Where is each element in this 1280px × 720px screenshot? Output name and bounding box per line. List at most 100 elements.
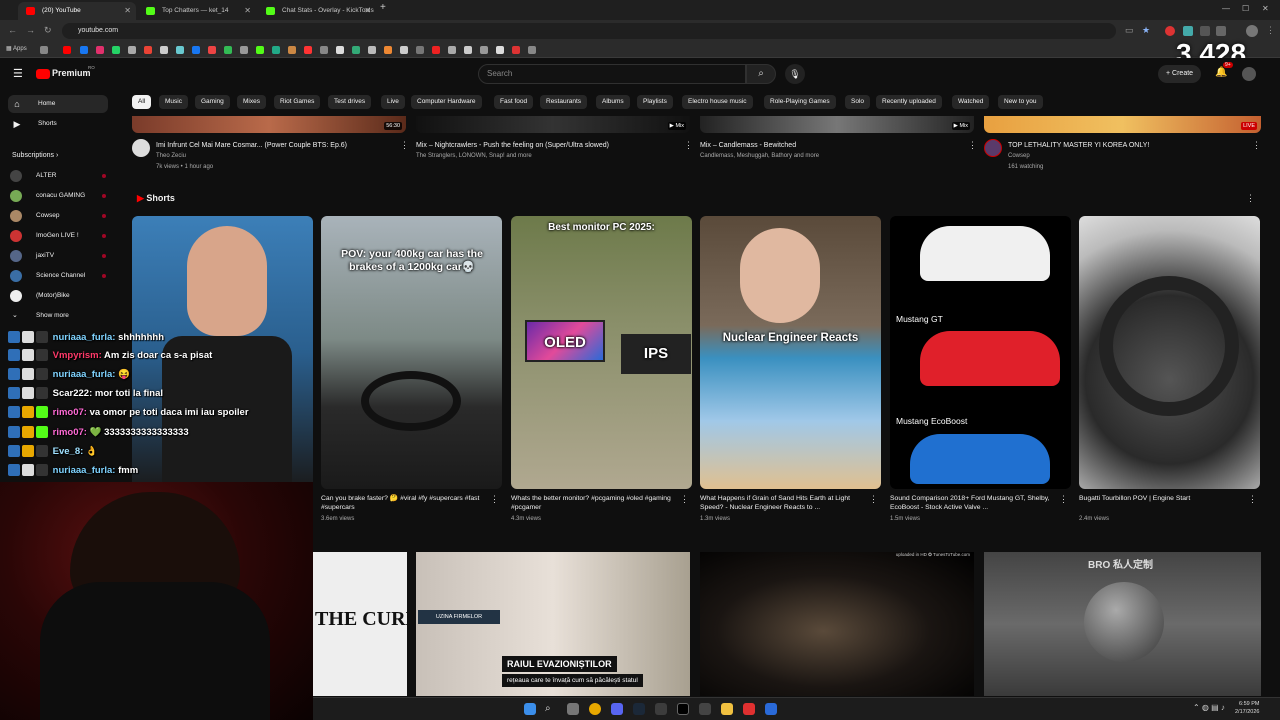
bookmark-icon[interactable] (288, 46, 296, 54)
discord-icon[interactable] (611, 703, 623, 715)
short-thumbnail[interactable]: Nuclear Engineer Reacts (700, 216, 881, 489)
bookmark-icon[interactable] (128, 46, 136, 54)
bell-icon[interactable]: 🔔 (1215, 67, 1227, 78)
url-field[interactable]: youtube.com (62, 23, 1116, 39)
chip[interactable]: New to you (998, 95, 1043, 109)
bookmark-icon[interactable] (272, 46, 280, 54)
video-title[interactable]: Mix – Nightcrawlers - Push the feeling o… (416, 141, 666, 150)
more-icon[interactable]: ⋮ (869, 494, 878, 505)
video-title[interactable]: TOP LETHALITY MASTER YI KOREA ONLY! (1008, 141, 1248, 150)
video-title[interactable]: Mix – Candlemass - Bewitched (700, 141, 950, 150)
bookmark-icon[interactable] (63, 46, 71, 54)
close-icon[interactable]: ✕ (244, 2, 251, 20)
chip[interactable]: Fast food (494, 95, 534, 109)
short-thumbnail[interactable]: Best monitor PC 2025: OLED IPS (511, 216, 692, 489)
channel-avatar[interactable] (984, 139, 1002, 157)
chip[interactable]: Role-Playing Games (764, 95, 836, 109)
mic-button[interactable]: 🎙 (785, 64, 805, 84)
sidebar-sub-item[interactable]: ALTER (10, 169, 110, 183)
app-icon[interactable] (655, 703, 667, 715)
app-icon[interactable] (743, 703, 755, 715)
menu-icon[interactable]: ☰ (13, 67, 23, 80)
bookmark-icon[interactable] (80, 46, 88, 54)
short-title[interactable]: Sound Comparison 2018+ Ford Mustang GT, … (890, 494, 1058, 512)
close-window-icon[interactable]: ✕ (1262, 4, 1269, 13)
chip[interactable]: Restaurants (540, 95, 588, 109)
video-thumbnail[interactable]: uploaded in HD ✪ TunesToTube.com (700, 552, 974, 696)
sidebar-sub-item[interactable]: (Motor)Bike (10, 289, 110, 303)
apps-bookmark[interactable]: ▦ Apps (6, 45, 27, 52)
reload-icon[interactable]: ↻ (44, 25, 52, 36)
sidebar-sub-item[interactable]: conacu GAMING (10, 189, 110, 203)
menu-dots-icon[interactable]: ⋮ (1266, 25, 1275, 36)
bookmark-icon[interactable] (256, 46, 264, 54)
bookmark-icon[interactable] (96, 46, 104, 54)
chip[interactable]: Albums (596, 95, 630, 109)
maximize-icon[interactable]: ☐ (1242, 4, 1249, 13)
tab-youtube[interactable]: (20) YouTube ✕ (18, 2, 136, 20)
forward-icon[interactable]: → (26, 25, 35, 35)
bookmark-icon[interactable] (432, 46, 440, 54)
video-thumbnail[interactable]: UZINA FIRMELOR RAIUL EVAZIONIȘTILOR rețe… (416, 552, 690, 696)
cast-icon[interactable]: ▭ (1125, 25, 1134, 36)
bookmark-icon[interactable] (336, 46, 344, 54)
sidebar-sub-item[interactable]: jaxiTV (10, 249, 110, 263)
chip[interactable]: All (132, 95, 152, 109)
bookmark-icon[interactable] (512, 46, 520, 54)
short-thumbnail[interactable]: Mustang GT Mustang EcoBoost (890, 216, 1071, 489)
channel-name[interactable]: Cowsep (1008, 152, 1030, 160)
chip[interactable]: Recently uploaded (876, 95, 942, 109)
search-input[interactable]: Search (478, 64, 746, 84)
bookmark-icon[interactable] (304, 46, 312, 54)
video-thumbnail[interactable]: ▶ Mix (416, 116, 690, 133)
chip[interactable]: Electro house music (682, 95, 753, 109)
chip[interactable]: Solo (845, 95, 871, 109)
chip[interactable]: Mixes (237, 95, 266, 109)
more-icon[interactable]: ⋮ (1246, 193, 1255, 204)
bookmark-icon[interactable] (496, 46, 504, 54)
explorer-icon[interactable] (721, 703, 733, 715)
subscriptions-heading[interactable]: Subscriptions › (12, 152, 58, 159)
bookmark-icon[interactable] (176, 46, 184, 54)
search-button[interactable]: ⌕ (746, 64, 776, 84)
sidebar-item-shorts[interactable]: ▶ Shorts (8, 115, 108, 133)
bookmark-icon[interactable] (240, 46, 248, 54)
sidebar-sub-item[interactable]: Science Channel (10, 269, 110, 283)
more-icon[interactable]: ⋮ (1059, 494, 1068, 505)
more-icon[interactable]: ⋮ (1248, 494, 1257, 505)
app-icon[interactable] (765, 703, 777, 715)
bookmark-icon[interactable] (416, 46, 424, 54)
show-more-button[interactable]: ⌄ Show more (10, 309, 110, 323)
more-icon[interactable]: ⋮ (680, 494, 689, 505)
bookmark-icon[interactable] (400, 46, 408, 54)
more-icon[interactable]: ⋮ (1252, 140, 1261, 151)
sidebar-sub-item[interactable]: Cowsep (10, 209, 110, 223)
more-icon[interactable]: ⋮ (490, 494, 499, 505)
search-icon[interactable]: ⌕ (545, 703, 557, 715)
video-thumbnail[interactable]: THE CURE (313, 552, 407, 696)
app-icon[interactable] (677, 703, 689, 715)
sidebar-sub-item[interactable]: ImoGen LIVE ! (10, 229, 110, 243)
bookmark-icon[interactable] (480, 46, 488, 54)
bookmark-icon[interactable] (144, 46, 152, 54)
short-thumbnail[interactable]: POV: your 400kg car has the brakes of a … (321, 216, 502, 489)
minimize-icon[interactable]: — (1222, 4, 1230, 13)
chip[interactable]: Live (381, 95, 405, 109)
video-thumbnail[interactable]: BRO 私人定制 (984, 552, 1261, 696)
chip[interactable]: Computer Hardware (411, 95, 482, 109)
short-title[interactable]: What Happens if Grain of Sand Hits Earth… (700, 494, 868, 512)
chip[interactable]: Playlists (637, 95, 673, 109)
bookmark-icon[interactable] (208, 46, 216, 54)
short-title[interactable]: Can you brake faster? 🤔 #viral #fy #supe… (321, 494, 489, 512)
video-thumbnail[interactable]: LIVE (984, 116, 1261, 133)
tab-chat-stats[interactable]: Chat Stats - Overlay - KickTools ✕ (258, 2, 376, 20)
video-thumbnail[interactable]: ▶ Mix (700, 116, 974, 133)
more-icon[interactable]: ⋮ (400, 140, 409, 151)
chip[interactable]: Test drives (328, 95, 372, 109)
avatar[interactable] (1242, 67, 1256, 81)
close-icon[interactable]: ✕ (124, 2, 131, 20)
steam-icon[interactable] (633, 703, 645, 715)
bookmark-icon[interactable] (464, 46, 472, 54)
back-icon[interactable]: ← (8, 25, 17, 35)
chip[interactable]: Watched (952, 95, 990, 109)
